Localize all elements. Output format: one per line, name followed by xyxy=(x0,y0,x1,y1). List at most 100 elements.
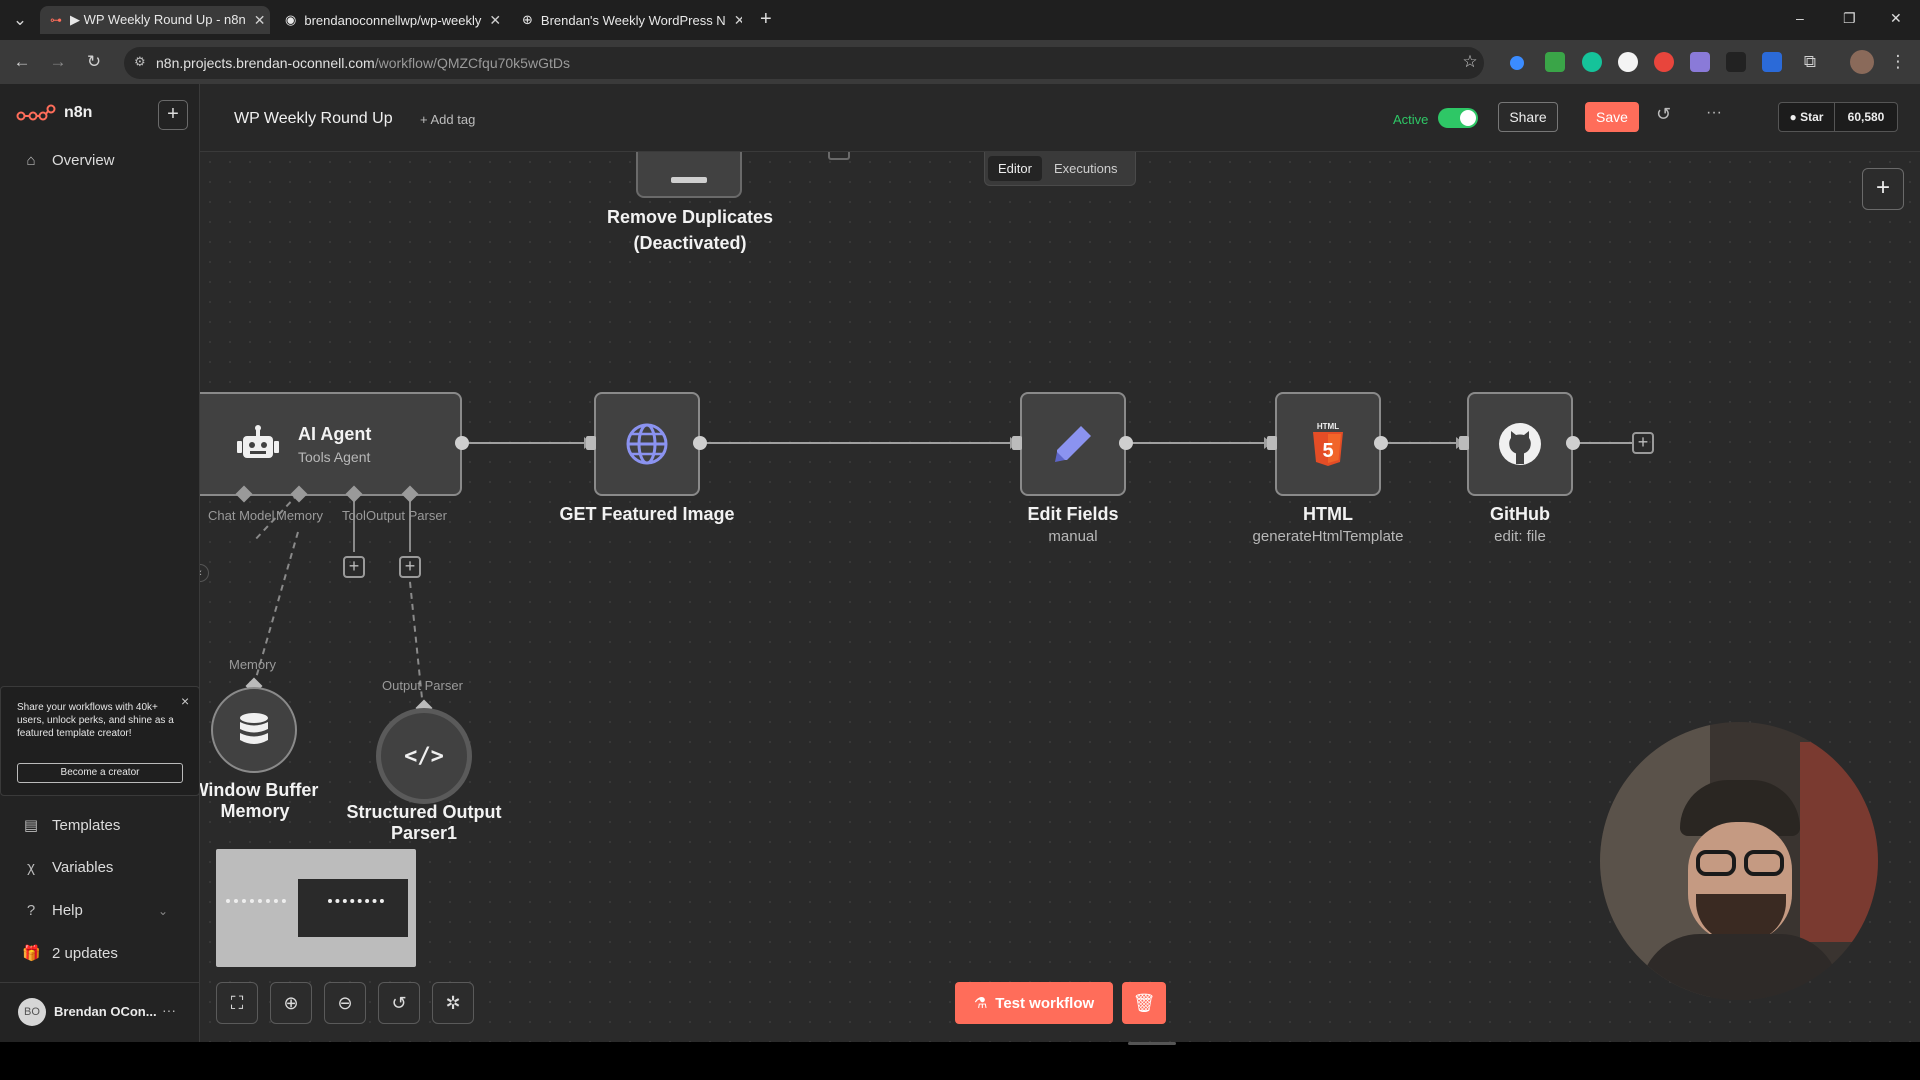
add-next-node-button[interactable]: + xyxy=(1632,432,1654,454)
browser-tab-n8n[interactable]: ⊶ ▶ WP Weekly Round Up - n8n ✕ xyxy=(40,6,270,34)
workflow-name[interactable]: WP Weekly Round Up xyxy=(234,110,393,128)
database-icon xyxy=(240,713,268,744)
port-label-output-parser: Output Parser xyxy=(382,678,463,693)
node-subtitle: Tools Agent xyxy=(298,448,371,465)
browser-tab-newsletter[interactable]: ⊕ Brendan's Weekly WordPress N ✕ xyxy=(512,6,742,34)
extension-icon[interactable] xyxy=(1690,52,1710,72)
become-creator-button[interactable]: Become a creator xyxy=(17,763,183,783)
output-port[interactable] xyxy=(1119,436,1133,450)
node-title: Edit Fields xyxy=(1027,504,1119,524)
user-menu-icon[interactable]: ··· xyxy=(162,1002,176,1018)
add-output-parser-button[interactable]: + xyxy=(399,556,421,578)
reset-zoom-button[interactable]: ↺ xyxy=(378,982,420,1024)
debug-bug-button[interactable]: ✲ xyxy=(432,982,474,1024)
html-badge-text: HTML xyxy=(1317,422,1339,431)
minimap-nodes xyxy=(328,899,384,903)
node-html[interactable]: HTML 5 xyxy=(1275,392,1381,496)
node-ai-agent[interactable]: AI Agent Tools Agent xyxy=(200,392,462,496)
close-tab-icon[interactable]: ✕ xyxy=(734,12,742,29)
user-name[interactable]: Brendan OCon... xyxy=(54,1004,157,1019)
extension-icon[interactable] xyxy=(1762,52,1782,72)
back-icon[interactable]: ← xyxy=(10,50,34,74)
n8n-favicon-icon: ⊶ xyxy=(50,13,62,27)
minimap[interactable] xyxy=(216,849,416,967)
port-label-chat-model: Chat Model xyxy=(208,508,275,523)
node-edit-fields[interactable] xyxy=(1020,392,1126,496)
extension-icon[interactable] xyxy=(1545,52,1565,72)
zoom-in-button[interactable]: ⊕ xyxy=(270,982,312,1024)
new-tab-button[interactable]: + xyxy=(760,8,772,31)
sidebar-item-variables[interactable]: χ Variables xyxy=(22,859,113,876)
avatar[interactable]: BO xyxy=(18,998,46,1026)
robot-icon xyxy=(237,425,279,458)
test-workflow-button[interactable]: ⚗ Test workflow xyxy=(955,982,1113,1024)
sidebar-item-templates[interactable]: ▤ Templates xyxy=(22,816,121,835)
close-window-button[interactable]: ✕ xyxy=(1890,10,1902,27)
star-count: 60,580 xyxy=(1847,110,1885,124)
close-tab-icon[interactable]: ✕ xyxy=(489,12,501,29)
more-options-icon[interactable]: ··· xyxy=(1706,104,1722,122)
extension-icon[interactable] xyxy=(1582,52,1602,72)
extension-icon[interactable] xyxy=(1654,52,1674,72)
extensions-puzzle-icon[interactable]: ⧉ xyxy=(1798,50,1822,74)
browser-tab-github[interactable]: ◉ brendanoconnellwp/wp-weekly ✕ xyxy=(275,6,505,34)
tab-title: brendanoconnellwp/wp-weekly xyxy=(304,12,482,28)
output-port[interactable] xyxy=(693,436,707,450)
node-title: AI Agent xyxy=(298,423,372,444)
node-window-buffer-memory[interactable] xyxy=(211,687,297,773)
sidebar: n8n + ⌂ Overview Share your workflows wi… xyxy=(0,84,200,1042)
extension-icon[interactable] xyxy=(1618,52,1638,72)
node-subtitle: edit: file xyxy=(1494,528,1546,545)
promo-close-icon[interactable]: × xyxy=(181,693,189,709)
delete-execution-button[interactable]: 🗑 xyxy=(1122,982,1166,1024)
sidebar-item-updates[interactable]: 🎁 2 updates xyxy=(22,944,118,963)
sidebar-item-overview[interactable]: ⌂ Overview xyxy=(22,152,115,169)
extension-icon[interactable] xyxy=(1726,52,1746,72)
output-port[interactable] xyxy=(1374,436,1388,450)
node-structured-output-parser[interactable]: </> xyxy=(376,708,472,804)
reload-icon[interactable]: ↻ xyxy=(82,50,106,74)
node-remove-duplicates[interactable] xyxy=(636,152,742,198)
address-bar[interactable]: ⚙ n8n.projects.brendan-oconnell.com/work… xyxy=(124,47,1484,79)
share-button[interactable]: Share xyxy=(1498,102,1558,132)
minimap-nodes xyxy=(226,899,286,903)
close-tab-icon[interactable]: ✕ xyxy=(254,12,266,29)
add-workflow-button[interactable]: + xyxy=(158,100,188,130)
canvas-scroll-indicator[interactable] xyxy=(1128,1042,1176,1045)
tab-list-icon[interactable]: ⌄ xyxy=(8,8,32,32)
port-label-tool: Tool xyxy=(342,508,366,523)
webcam-shoulders xyxy=(1640,934,1840,1000)
sidebar-item-label: Variables xyxy=(52,859,114,876)
forward-icon[interactable]: → xyxy=(46,50,70,74)
output-port[interactable] xyxy=(455,436,469,450)
github-star-widget[interactable]: ● Star 60,580 xyxy=(1778,102,1898,132)
input-port[interactable] xyxy=(1012,436,1022,450)
restore-button[interactable]: ❐ xyxy=(1843,10,1856,27)
node-github[interactable] xyxy=(1467,392,1573,496)
sidebar-item-label: Templates xyxy=(52,816,121,834)
sidebar-item-help[interactable]: ? Help ⌄ xyxy=(22,902,168,919)
active-toggle[interactable] xyxy=(1438,108,1478,128)
input-port[interactable] xyxy=(1459,436,1469,450)
profile-avatar[interactable] xyxy=(1850,50,1874,74)
toggle-knob xyxy=(1460,110,1476,126)
add-tool-button[interactable]: + xyxy=(343,556,365,578)
input-port[interactable] xyxy=(586,436,596,450)
sidebar-item-label: Overview xyxy=(52,152,115,169)
zoom-to-fit-button[interactable]: ⛶ xyxy=(216,982,258,1024)
node-get-featured-image[interactable] xyxy=(594,392,700,496)
history-icon[interactable]: ↺ xyxy=(1656,104,1671,125)
minimize-button[interactable]: – xyxy=(1796,10,1804,26)
add-tag-button[interactable]: + Add tag xyxy=(420,112,475,127)
bookmark-star-icon[interactable]: ☆ xyxy=(1458,50,1482,74)
n8n-logo[interactable]: n8n xyxy=(16,104,92,122)
extension-icon[interactable] xyxy=(1510,56,1524,70)
workflow-header: WP Weekly Round Up + Add tag Active Shar… xyxy=(200,84,1920,152)
browser-menu-icon[interactable]: ⋮ xyxy=(1886,50,1910,74)
star-button[interactable]: ● Star xyxy=(1779,103,1835,131)
output-port[interactable] xyxy=(1566,436,1580,450)
site-info-icon[interactable]: ⚙ xyxy=(134,54,146,70)
zoom-out-button[interactable]: ⊖ xyxy=(324,982,366,1024)
input-port[interactable] xyxy=(1267,436,1277,450)
save-button[interactable]: Save xyxy=(1585,102,1639,132)
